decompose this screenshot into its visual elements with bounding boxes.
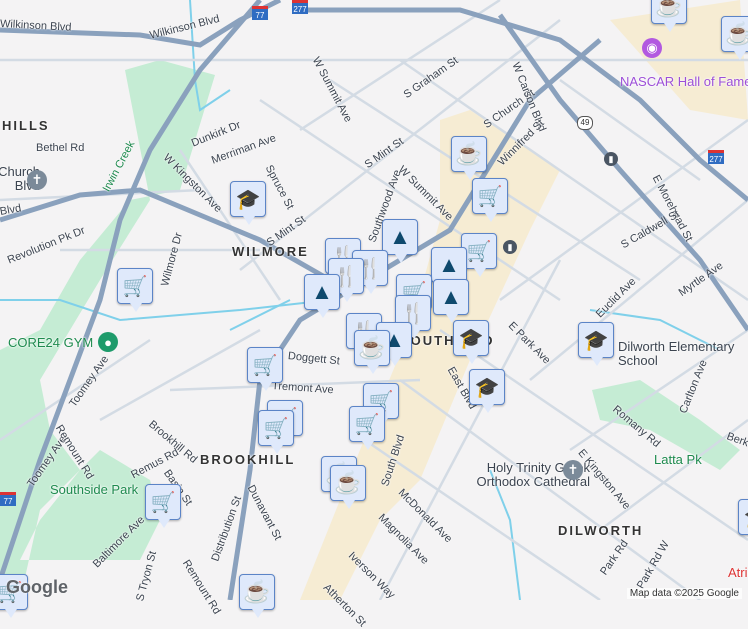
shopping-cart-pin-icon[interactable] xyxy=(145,484,181,528)
poi-school-label[interactable]: Dilworth Elementary School xyxy=(618,340,743,368)
coffee-pin-icon[interactable] xyxy=(330,465,366,509)
shopping-bag-pin-icon[interactable] xyxy=(431,247,467,291)
school-pin-icon[interactable] xyxy=(453,320,489,364)
park-label-southside[interactable]: Southside Park xyxy=(50,482,138,497)
coffee-pin-icon[interactable] xyxy=(239,574,275,618)
poi-gym-label[interactable]: CORE24 GYM xyxy=(8,335,93,350)
route-shield-icon: 49 xyxy=(577,116,593,130)
interstate-shield-icon: 277 xyxy=(708,150,724,164)
shopping-cart-pin-icon[interactable] xyxy=(258,410,294,454)
school-pin-icon[interactable] xyxy=(578,322,614,366)
area-label-hills: HILLS xyxy=(2,118,50,133)
poi-atrium-label[interactable]: Atrium xyxy=(728,565,748,580)
map-canvas[interactable] xyxy=(0,0,748,600)
interstate-shield-icon: 77 xyxy=(252,6,268,20)
church-icon[interactable]: ✝ xyxy=(27,170,47,190)
shopping-bag-pin-icon[interactable] xyxy=(433,279,469,323)
shopping-cart-pin-icon[interactable] xyxy=(349,406,385,450)
poi-nascar-label[interactable]: NASCAR Hall of Fame xyxy=(620,74,748,89)
school-pin-icon[interactable] xyxy=(469,369,505,413)
camera-icon[interactable]: ◉ xyxy=(642,38,662,58)
school-pin-icon[interactable] xyxy=(738,499,748,535)
shopping-bag-pin-icon[interactable] xyxy=(304,274,340,318)
coffee-pin-icon[interactable] xyxy=(721,16,748,60)
area-label-wilmore: WILMORE xyxy=(232,244,309,259)
shopping-cart-pin-icon[interactable] xyxy=(117,268,153,312)
church-icon[interactable]: ✝ xyxy=(563,460,583,480)
school-pin-icon[interactable] xyxy=(230,181,266,225)
area-label-brookhill: BROOKHILL xyxy=(200,452,296,467)
shopping-cart-pin-icon[interactable] xyxy=(472,178,508,222)
map-attribution[interactable]: Map data ©2025 Google xyxy=(626,588,742,599)
interstate-shield-icon: 77 xyxy=(0,492,16,506)
shopping-bag-pin-icon[interactable] xyxy=(382,219,418,263)
train-station-icon[interactable]: ▮ xyxy=(604,152,618,166)
parks xyxy=(0,0,748,600)
train-station-icon[interactable]: ▮ xyxy=(503,240,517,254)
interstate-shield-icon: 277 xyxy=(292,0,308,14)
google-logo[interactable]: Google xyxy=(6,577,68,598)
street-label: Bethel Rd xyxy=(36,142,85,154)
shopping-cart-pin-icon[interactable] xyxy=(247,347,283,391)
park-label-latta[interactable]: Latta Pk xyxy=(654,452,702,467)
coffee-pin-icon[interactable] xyxy=(354,330,390,374)
coffee-pin-icon[interactable] xyxy=(651,0,687,32)
coffee-pin-icon[interactable] xyxy=(451,136,487,180)
area-label-dilworth: DILWORTH xyxy=(558,523,644,538)
gym-marker-icon[interactable]: ● xyxy=(98,332,118,352)
